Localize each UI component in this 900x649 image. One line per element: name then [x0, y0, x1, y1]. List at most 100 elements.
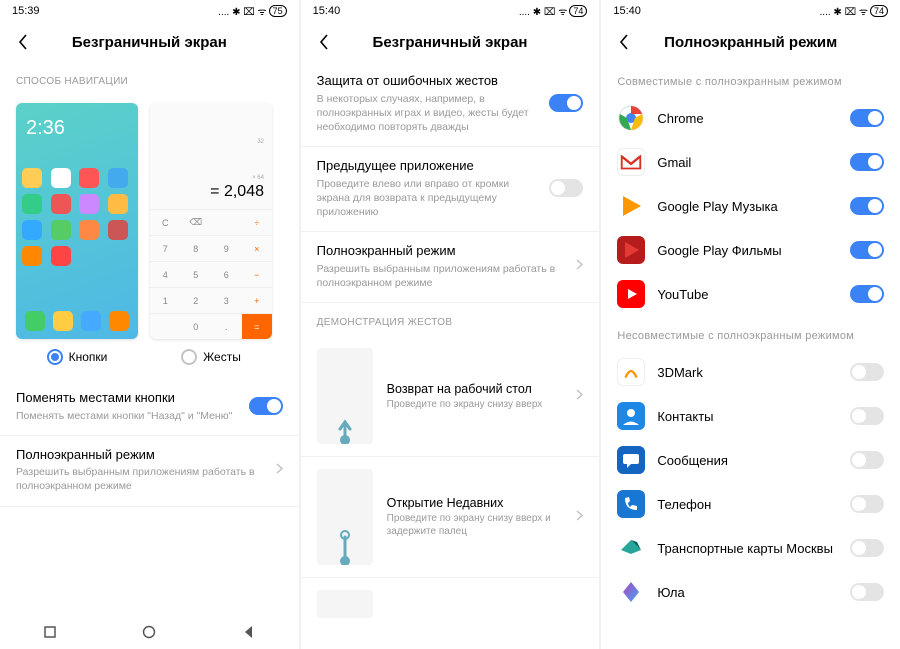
3dmark-icon: [617, 358, 645, 386]
gesture-partial[interactable]: [301, 578, 600, 630]
toggle-chrome[interactable]: [850, 109, 884, 127]
gesture2-desc: Проведите по экрану снизу вверх и задерж…: [387, 512, 563, 538]
prev-desc: Проведите влево или вправо от кромки экр…: [317, 177, 540, 220]
app-row-contacts[interactable]: Контакты: [601, 394, 900, 438]
app-row-chrome[interactable]: Chrome: [601, 96, 900, 140]
calc-result: = 2,048: [158, 183, 264, 201]
app-row-playmovies[interactable]: Google Play Фильмы: [601, 228, 900, 272]
row-fullscreen-mode[interactable]: Полноэкранный режим Разрешить выбранным …: [301, 232, 600, 303]
protect-title: Защита от ошибочных жестов: [317, 72, 540, 90]
app-name: Юла: [657, 585, 838, 600]
fullscreen-desc2: Разрешить выбранным приложениям работать…: [317, 262, 567, 290]
app-row-youtube[interactable]: YouTube: [601, 272, 900, 316]
gesture-thumb-recents: [317, 469, 373, 565]
app-name: Телефон: [657, 497, 838, 512]
chevron-right-icon: [576, 387, 583, 405]
toggle-prev[interactable]: [549, 179, 583, 197]
app-name: Chrome: [657, 111, 838, 126]
section-compat: Совместимые с полноэкранным режимом: [601, 62, 900, 96]
app-name: Контакты: [657, 409, 838, 424]
header: Безграничный экран: [0, 22, 299, 62]
gesture2-title: Открытие Недавних: [387, 496, 563, 510]
prev-title: Предыдущее приложение: [317, 157, 540, 175]
app-row-phone[interactable]: Телефон: [601, 482, 900, 526]
app-name: Google Play Фильмы: [657, 243, 838, 258]
app-name: YouTube: [657, 287, 838, 302]
thumbnail-home: 2:36 ▪●◂: [16, 103, 138, 339]
toggle-playmusic[interactable]: [850, 197, 884, 215]
toggle-yula[interactable]: [850, 583, 884, 601]
gesture-recents[interactable]: Открытие Недавних Проведите по экрану сн…: [301, 457, 600, 578]
page-title: Полноэкранный режим: [615, 34, 886, 51]
nav-options: 2:36 ▪●◂ Кнопки: [0, 95, 299, 379]
section-incompat: Несовместимые с полноэкранным режимом: [601, 316, 900, 350]
header: Безграничный экран: [301, 22, 600, 62]
calc-op2: × 64: [158, 175, 264, 181]
system-navbar: [0, 615, 299, 649]
thumbnail-calculator: 32 × 64 = 2,048 C⌫÷ 789× 456− 123+ 0.=: [150, 103, 272, 339]
row-fullscreen-mode[interactable]: Полноэкранный режим Разрешить выбранным …: [0, 436, 299, 507]
row-prev-app[interactable]: Предыдущее приложение Проведите влево ил…: [301, 147, 600, 232]
toggle-phone[interactable]: [850, 495, 884, 513]
toggle-transport[interactable]: [850, 539, 884, 557]
app-name: Google Play Музыка: [657, 199, 838, 214]
section-label-nav: СПОСОБ НАВИГАЦИИ: [0, 62, 299, 95]
gesture-thumb-partial: [317, 590, 373, 618]
radio-label-buttons: Кнопки: [69, 350, 108, 364]
app-row-playmusic[interactable]: Google Play Музыка: [601, 184, 900, 228]
swap-title: Поменять местами кнопки: [16, 389, 239, 407]
app-row-yula[interactable]: Юла: [601, 570, 900, 614]
app-name: Gmail: [657, 155, 838, 170]
transport-icon: [617, 534, 645, 562]
protect-desc: В некоторых случаях, например, в полноэк…: [317, 92, 540, 135]
gesture-home[interactable]: Возврат на рабочий стол Проведите по экр…: [301, 336, 600, 457]
chevron-right-icon: [576, 508, 583, 526]
app-row-messages[interactable]: Сообщения: [601, 438, 900, 482]
clock: 15:39: [12, 5, 40, 17]
toggle-swap[interactable]: [249, 397, 283, 415]
gesture-thumb-home: [317, 348, 373, 444]
nav-option-gestures[interactable]: 32 × 64 = 2,048 C⌫÷ 789× 456− 123+ 0.= Ж…: [150, 103, 272, 365]
app-row-transport[interactable]: Транспортные карты Москвы: [601, 526, 900, 570]
contacts-icon: [617, 402, 645, 430]
status-icons: .... ✱ ⌧ ᯤ 75: [218, 4, 287, 18]
section-label-demo: ДЕМОНСТРАЦИЯ ЖЕСТОВ: [301, 303, 600, 336]
app-row-gmail[interactable]: Gmail: [601, 140, 900, 184]
statusbar: 15:40 .... ✱ ⌧ ᯤ 74: [301, 0, 600, 22]
gesture1-title: Возврат на рабочий стол: [387, 382, 563, 396]
toggle-messages[interactable]: [850, 451, 884, 469]
radio-label-gestures: Жесты: [203, 350, 241, 364]
radio-buttons[interactable]: [47, 349, 63, 365]
chevron-right-icon: [276, 461, 283, 479]
toggle-gmail[interactable]: [850, 153, 884, 171]
status-icons: .... ✱ ⌧ ᯤ 74: [820, 4, 889, 18]
thumb-time: 2:36: [26, 117, 132, 140]
statusbar: 15:40 .... ✱ ⌧ ᯤ 74: [601, 0, 900, 22]
panel-gestures: 15:40 .... ✱ ⌧ ᯤ 74 Безграничный экран З…: [301, 0, 600, 649]
app-name: Сообщения: [657, 453, 838, 468]
panel-fullscreen-apps: 15:40 .... ✱ ⌧ ᯤ 74 Полноэкранный режим …: [601, 0, 900, 649]
toggle-3dmark[interactable]: [850, 363, 884, 381]
status-icons: .... ✱ ⌧ ᯤ 74: [519, 4, 588, 18]
chrome-icon: [617, 104, 645, 132]
page-title: Безграничный экран: [315, 34, 586, 51]
toggle-youtube[interactable]: [850, 285, 884, 303]
back-nav-icon[interactable]: [241, 624, 257, 640]
phone-icon: [617, 490, 645, 518]
radio-gestures[interactable]: [181, 349, 197, 365]
yula-icon: [617, 578, 645, 606]
row-swap-buttons[interactable]: Поменять местами кнопки Поменять местами…: [0, 379, 299, 436]
toggle-contacts[interactable]: [850, 407, 884, 425]
playmovies-icon: [617, 236, 645, 264]
toggle-protect[interactable]: [549, 94, 583, 112]
toggle-playmovies[interactable]: [850, 241, 884, 259]
nav-option-buttons[interactable]: 2:36 ▪●◂ Кнопки: [16, 103, 138, 365]
app-name: Транспортные карты Москвы: [657, 541, 838, 556]
row-protect-gestures[interactable]: Защита от ошибочных жестов В некоторых с…: [301, 62, 600, 147]
home-icon[interactable]: [141, 624, 157, 640]
clock: 15:40: [313, 5, 341, 17]
messages-icon: [617, 446, 645, 474]
app-row-3dmark[interactable]: 3DMark: [601, 350, 900, 394]
app-name: 3DMark: [657, 365, 838, 380]
recents-icon[interactable]: [42, 624, 58, 640]
